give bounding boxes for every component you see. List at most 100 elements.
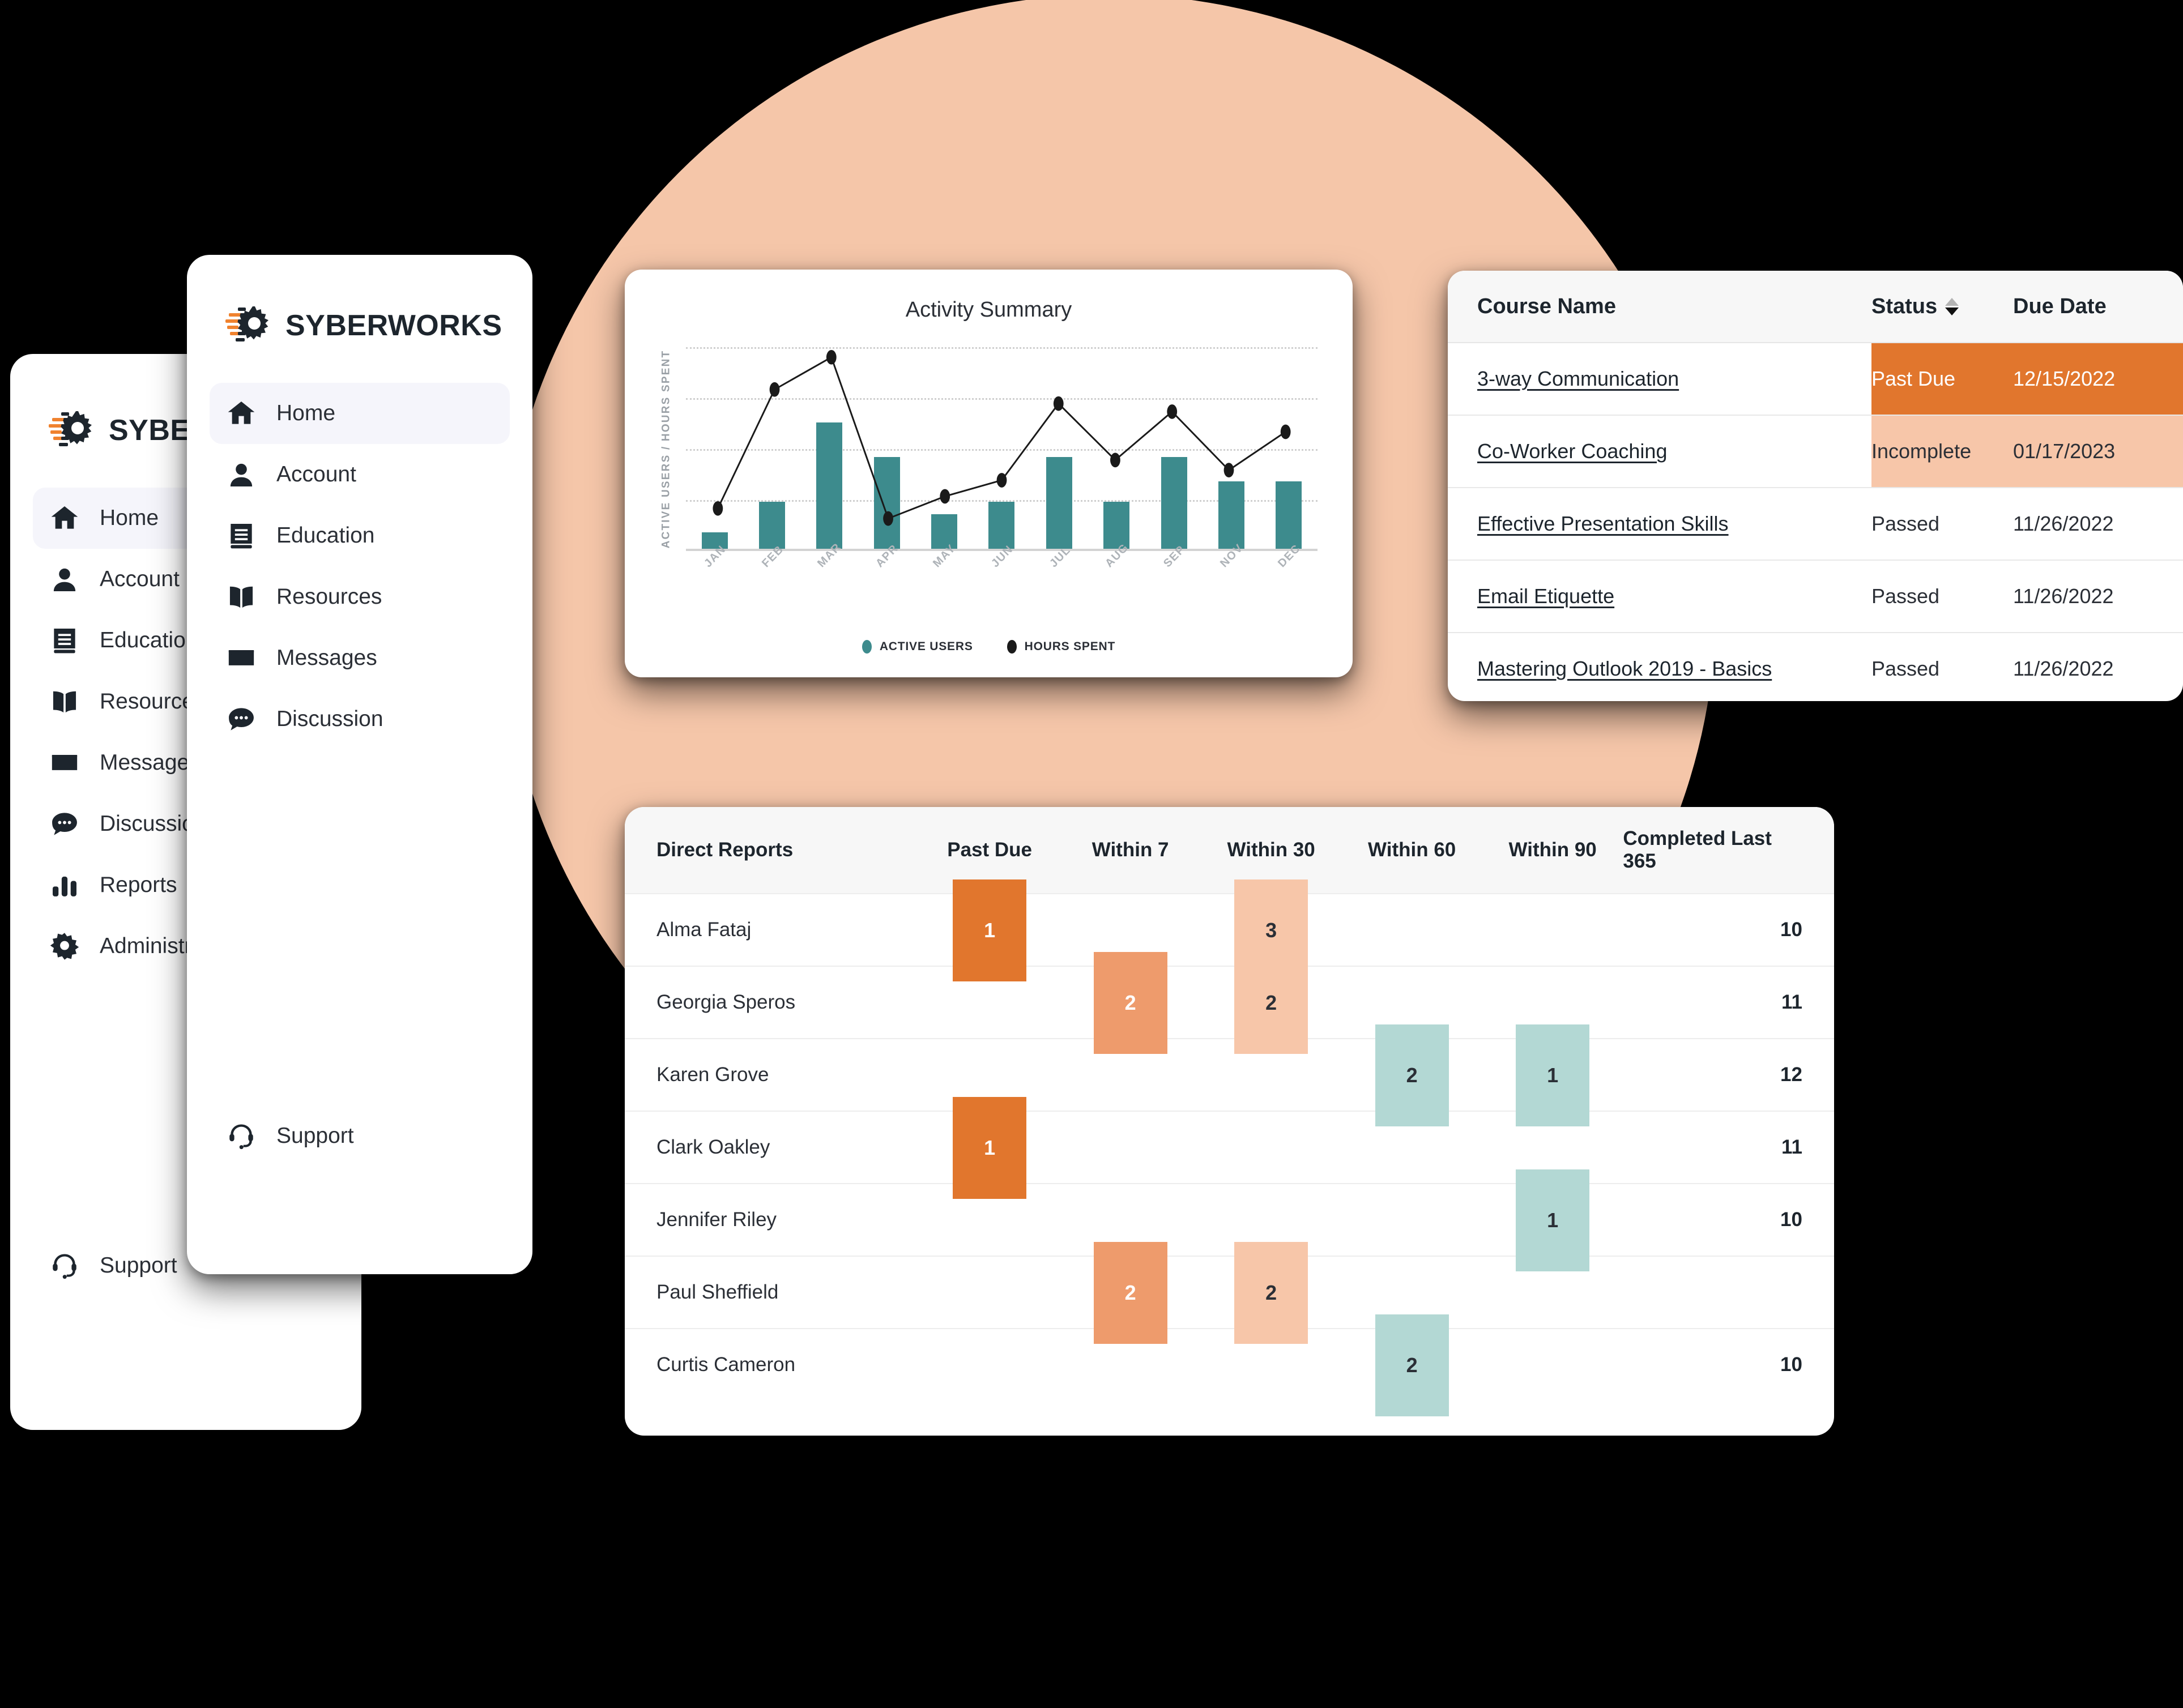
user-icon <box>49 563 80 595</box>
syberworks-gear-icon <box>49 409 94 452</box>
sidebar-item-label: Account <box>276 462 356 486</box>
sidebar-front-navlist: Home Account Education Resources Message… <box>187 383 532 750</box>
cell-within-7 <box>1060 1112 1201 1183</box>
cell-completed-last-365: 11 <box>1781 1136 1802 1158</box>
table-row[interactable]: Co-Worker Coaching Incomplete 01/17/2023 <box>1448 416 2183 488</box>
table-row[interactable]: Curtis Cameron 2 10 <box>625 1314 1834 1416</box>
column-header-within-30: Within 30 <box>1227 839 1315 861</box>
due-date-cell: 11/26/2022 <box>2013 657 2114 680</box>
table-row[interactable]: Clark Oakley 1 11 <box>625 1097 1834 1199</box>
column-header-status-label: Status <box>1871 294 1938 318</box>
envelope-icon <box>49 747 80 779</box>
cell-past-due <box>919 967 1060 1038</box>
sidebar-item-home[interactable]: Home <box>210 383 510 444</box>
table-row[interactable]: Alma Fataj 1 3 10 <box>625 879 1834 981</box>
chart-y-axis-label: ACTIVE USERS / HOURS SPENT <box>660 349 672 549</box>
gear-icon <box>49 930 80 962</box>
sidebar-item-resources[interactable]: Resources <box>210 566 510 627</box>
cell-past-due <box>919 1329 1060 1400</box>
table-row[interactable]: Paul Sheffield 2 2 <box>625 1242 1834 1344</box>
sidebar-item-support[interactable]: Support <box>33 1235 177 1296</box>
table-row[interactable]: 3-way Communication Past Due 12/15/2022 <box>1448 343 2183 416</box>
chart-x-tick: APR <box>873 542 901 600</box>
direct-report-name: Paul Sheffield <box>656 1281 779 1303</box>
count-chip-within-60: 2 <box>1375 1024 1449 1126</box>
cell-within-30 <box>1201 1039 1342 1111</box>
chart-x-tick: DEC <box>1276 542 1303 600</box>
chart-data-point <box>1223 463 1234 478</box>
cell-within-7 <box>1060 1329 1201 1400</box>
table-row[interactable]: Effective Presentation Skills Passed 11/26… <box>1448 488 2183 561</box>
legend-item-active-users: ACTIVE USERS <box>862 640 973 654</box>
cell-within-30 <box>1201 1329 1342 1400</box>
envelope-icon <box>225 642 257 674</box>
open-book-icon <box>225 581 257 613</box>
table-row[interactable]: Email Etiquette Passed 11/26/2022 <box>1448 561 2183 633</box>
direct-report-name: Clark Oakley <box>656 1136 770 1158</box>
open-book-icon <box>49 686 80 718</box>
cell-within-60: 2 <box>1341 1024 1482 1126</box>
chart-x-tick: MAY <box>931 542 958 600</box>
sidebar-item-label: Home <box>100 506 159 530</box>
activity-summary-card: Activity Summary ACTIVE USERS / HOURS SP… <box>625 270 1353 677</box>
chart-data-point <box>1053 396 1064 411</box>
brand-logo: SYBERWORKS <box>187 294 532 357</box>
direct-report-name: Georgia Speros <box>656 991 796 1013</box>
chart-data-point <box>826 349 837 365</box>
cell-within-90: 1 <box>1482 1169 1623 1271</box>
table-row[interactable]: Jennifer Riley 1 10 <box>625 1169 1834 1271</box>
sort-descending-icon <box>1945 307 1959 315</box>
course-status-group: Passed 11/26/2022 <box>1871 561 2183 632</box>
bar-chart-icon <box>49 869 80 901</box>
cell-within-30: 2 <box>1201 952 1342 1054</box>
cell-within-90 <box>1482 1329 1623 1400</box>
direct-reports-card: Direct Reports Past Due Within 7 Within … <box>625 807 1834 1436</box>
sidebar-item-education[interactable]: Education <box>210 505 510 566</box>
sidebar-item-discussion[interactable]: Discussion <box>210 689 510 750</box>
column-header-completed-last-365: Completed Last 365 <box>1623 827 1772 872</box>
cell-past-due <box>919 1257 1060 1328</box>
home-icon <box>225 398 257 429</box>
count-chip-within-60: 2 <box>1375 1314 1449 1416</box>
chart-x-tick: FEB <box>759 543 786 600</box>
table-row[interactable]: Georgia Speros 2 2 11 <box>625 952 1834 1054</box>
chart-data-point <box>940 489 950 504</box>
column-header-status[interactable]: Status <box>1871 294 2013 319</box>
sidebar-item-support[interactable]: Support <box>210 1105 354 1167</box>
sidebar-support-label: Support <box>276 1124 354 1148</box>
legend-swatch <box>862 640 872 654</box>
chart-x-tick: JAN <box>702 543 728 600</box>
sort-ascending-icon <box>1945 297 1959 306</box>
course-name-link[interactable]: Co-Worker Coaching <box>1477 439 1667 463</box>
sort-icon[interactable] <box>1945 297 1959 315</box>
cell-completed-last-365 <box>1623 1257 1834 1328</box>
chart-x-tick: JUN <box>988 543 1016 600</box>
course-name-link[interactable]: Mastering Outlook 2019 - Basics <box>1477 657 1772 681</box>
count-chip-past-due: 1 <box>953 1097 1027 1199</box>
chart-plot-area <box>686 347 1318 551</box>
sidebar-item-messages[interactable]: Messages <box>210 627 510 689</box>
user-icon <box>225 459 257 490</box>
chat-bubble-icon <box>225 703 257 735</box>
chart-x-tick: SEP <box>1161 543 1188 600</box>
sidebar-panel-front: SYBERWORKS Home Account Education Resour… <box>187 255 532 1274</box>
chat-bubble-icon <box>49 808 80 840</box>
cell-within-90: 1 <box>1482 1024 1623 1126</box>
cell-completed-last-365: 11 <box>1781 991 1802 1013</box>
sidebar-item-label: Messages <box>100 750 201 775</box>
headset-icon <box>225 1120 257 1152</box>
course-name-link[interactable]: 3-way Communication <box>1477 367 1679 391</box>
cell-within-60: 2 <box>1341 1314 1482 1416</box>
course-name-cell: Mastering Outlook 2019 - Basics <box>1448 633 1871 701</box>
due-date-cell: 11/26/2022 <box>2013 584 2114 608</box>
chart-line-markers <box>713 349 1291 526</box>
cell-within-7: 2 <box>1060 952 1201 1054</box>
sidebar-item-account[interactable]: Account <box>210 444 510 505</box>
direct-report-name: Karen Grove <box>656 1064 769 1086</box>
course-name-link[interactable]: Email Etiquette <box>1477 584 1614 608</box>
chart-x-tick: MAR <box>815 541 844 600</box>
course-name-link[interactable]: Effective Presentation Skills <box>1477 512 1729 536</box>
table-row[interactable]: Mastering Outlook 2019 - Basics Passed 11/… <box>1448 633 2183 701</box>
table-row[interactable]: Karen Grove 2 1 12 <box>625 1024 1834 1126</box>
course-table-body: 3-way Communication Past Due 12/15/2022 Co-… <box>1448 343 2183 701</box>
